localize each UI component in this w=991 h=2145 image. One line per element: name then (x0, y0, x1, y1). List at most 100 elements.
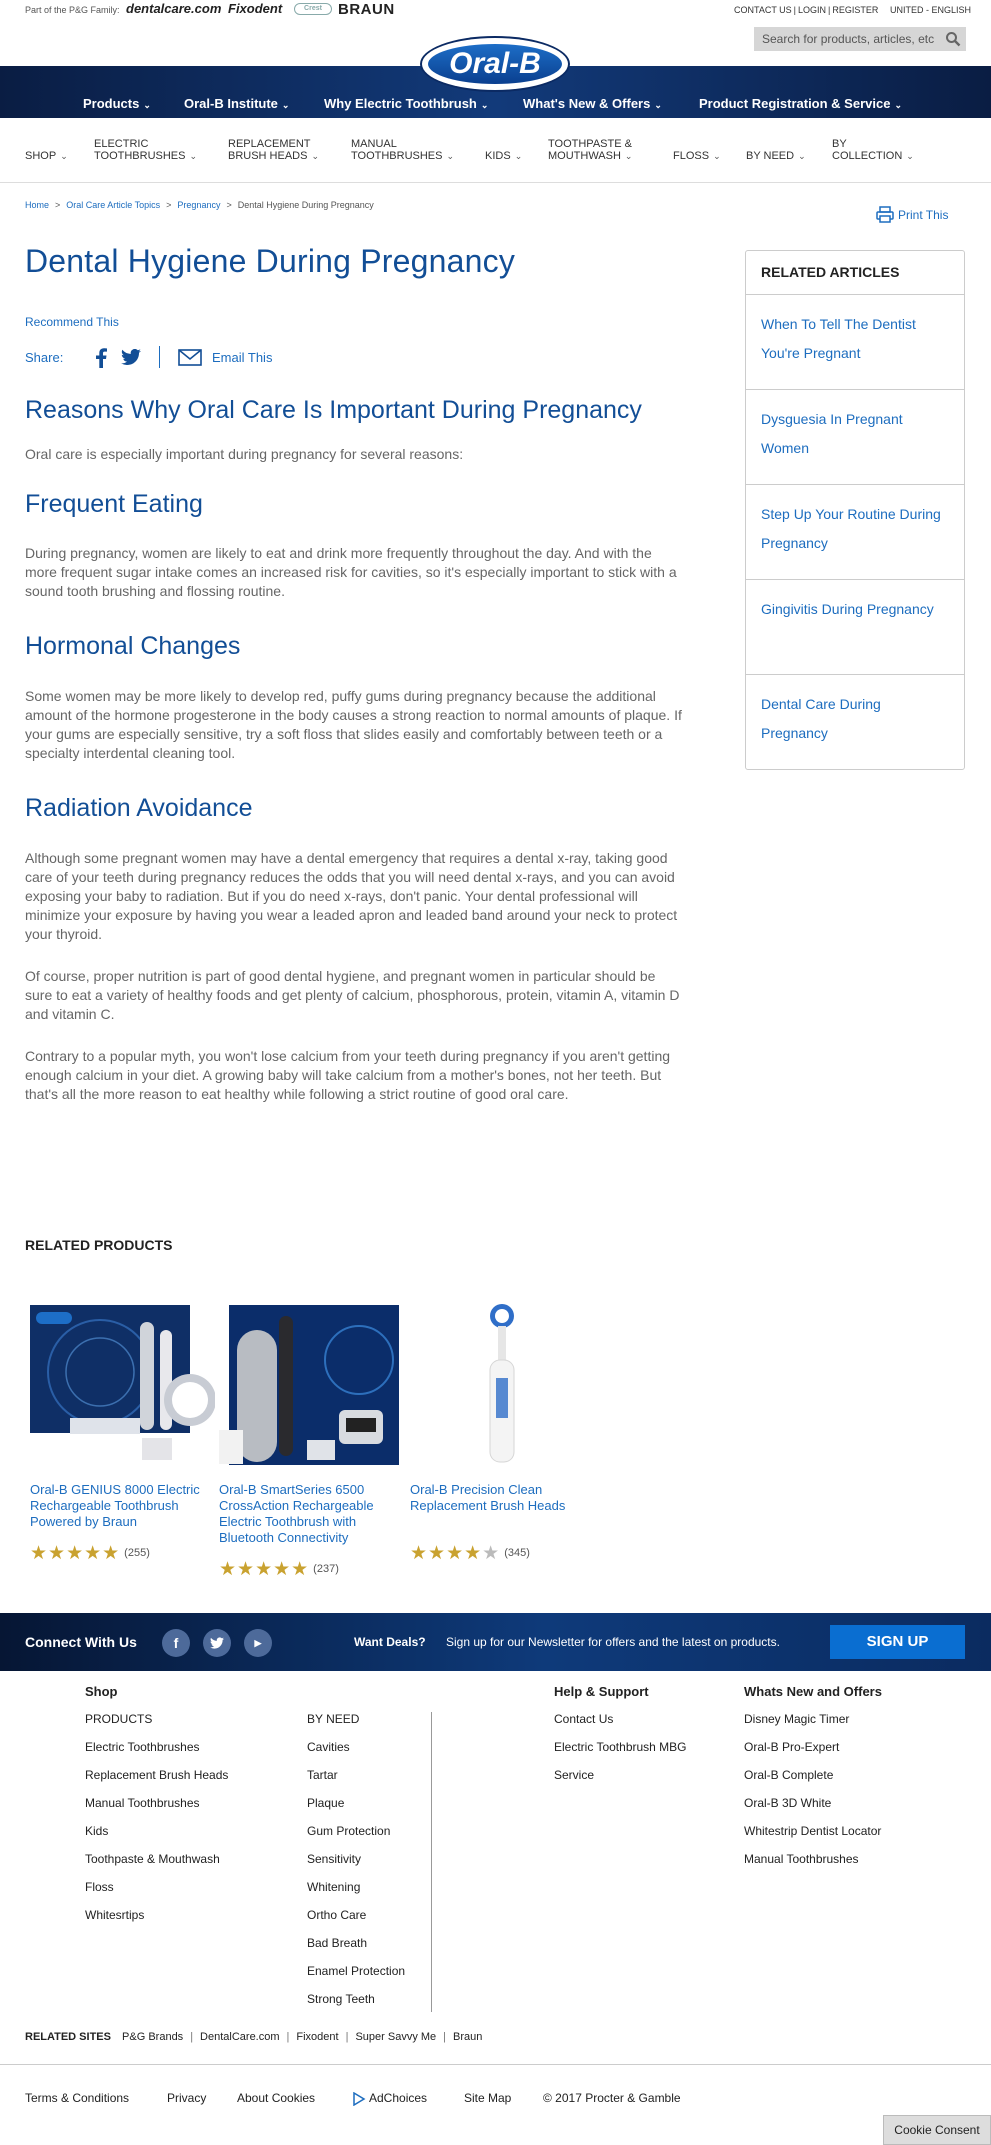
email-icon[interactable] (178, 349, 202, 369)
footer-link[interactable]: Service (554, 1768, 687, 1796)
product-name[interactable]: Oral-B Precision Clean Replacement Brush… (410, 1482, 595, 1514)
product-rating: ★★★★★ (255) (30, 1542, 215, 1565)
nav-why-electric[interactable]: Why Electric Toothbrush ⌄ (324, 96, 488, 111)
register-link[interactable]: REGISTER (830, 5, 880, 15)
site-map-link[interactable]: Site Map (464, 2091, 511, 2105)
youtube-icon[interactable]: ▶ (244, 1629, 272, 1657)
footer-link[interactable]: Electric Toothbrushes (85, 1740, 228, 1768)
adchoices-link[interactable]: AdChoices (369, 2091, 427, 2105)
subnav-replacement-brush-heads[interactable]: REPLACEMENT BRUSH HEADS ⌄ (228, 138, 319, 162)
product-image-genius-8000[interactable] (30, 1300, 216, 1468)
footer-link[interactable]: Whitesrtips (85, 1908, 228, 1936)
twitter-icon[interactable] (121, 348, 141, 368)
related-site-link[interactable]: Braun (453, 2031, 482, 2043)
product-image-smartseries-6500[interactable] (219, 1300, 404, 1468)
search-icon[interactable] (945, 31, 961, 52)
footer-link[interactable]: Floss (85, 1880, 228, 1908)
footer-link[interactable]: Strong Teeth (307, 1992, 405, 2020)
email-this-link[interactable]: Email This (212, 350, 272, 365)
breadcrumb-separator: > (226, 200, 232, 210)
nav-whats-new[interactable]: What's New & Offers ⌄ (523, 96, 662, 111)
footer-link[interactable]: Bad Breath (307, 1936, 405, 1964)
footer-link[interactable]: Oral-B 3D White (744, 1796, 882, 1824)
footer-link[interactable]: Disney Magic Timer (744, 1712, 882, 1740)
separator: | (286, 2031, 290, 2043)
product-card[interactable]: Oral-B SmartSeries 6500 CrossAction Rech… (219, 1300, 404, 1581)
footer-link[interactable]: Ortho Care (307, 1908, 405, 1936)
related-article-link[interactable]: Dysguesia In Pregnant Women (746, 390, 964, 485)
product-card[interactable]: Oral-B Precision Clean Replacement Brush… (410, 1300, 595, 1565)
footer-link[interactable]: Electric Toothbrush MBG (554, 1740, 687, 1768)
facebook-icon[interactable] (95, 348, 107, 371)
contact-us-link[interactable]: CONTACT US (732, 5, 794, 15)
footer-link[interactable]: Tartar (307, 1768, 405, 1796)
related-article-link[interactable]: Gingivitis During Pregnancy (746, 580, 964, 675)
print-button[interactable]: Print This (876, 206, 948, 223)
related-article-link[interactable]: Dental Care During Pregnancy (746, 675, 964, 770)
privacy-link[interactable]: Privacy (167, 2091, 206, 2105)
cookie-consent-button[interactable]: Cookie Consent (883, 2115, 991, 2145)
review-count[interactable]: (237) (313, 1563, 339, 1575)
subnav-by-need[interactable]: BY NEED ⌄ (746, 150, 806, 162)
signup-button[interactable]: SIGN UP (830, 1625, 965, 1659)
footer-link[interactable]: Kids (85, 1824, 228, 1852)
related-site-link[interactable]: P&G Brands (122, 2031, 183, 2043)
braun-logo[interactable]: BRAUN (338, 1, 395, 18)
related-products-title: RELATED PRODUCTS (25, 1237, 173, 1253)
search-input[interactable] (754, 27, 934, 51)
subnav-toothpaste-mouthwash[interactable]: TOOTHPASTE & MOUTHWASH ⌄ (548, 138, 632, 162)
footer-link[interactable]: Sensitivity (307, 1852, 405, 1880)
twitter-icon[interactable] (203, 1629, 231, 1657)
about-cookies-link[interactable]: About Cookies (237, 2091, 315, 2105)
subnav-label-line1: REPLACEMENT (228, 138, 311, 150)
oral-b-logo[interactable]: Oral-B (422, 38, 568, 90)
subnav-shop[interactable]: SHOP ⌄ (25, 150, 68, 162)
subnav-by-collection[interactable]: BY COLLECTION ⌄ (832, 138, 914, 162)
related-article-link[interactable]: When To Tell The Dentist You're Pregnant (746, 295, 964, 390)
review-count[interactable]: (255) (124, 1547, 150, 1559)
related-site-link[interactable]: Fixodent (296, 2031, 338, 2043)
footer-link[interactable]: Toothpaste & Mouthwash (85, 1852, 228, 1880)
recommend-link[interactable]: Recommend This (25, 315, 119, 329)
related-site-link[interactable]: DentalCare.com (200, 2031, 279, 2043)
breadcrumb-oral-care-topics[interactable]: Oral Care Article Topics (66, 200, 160, 210)
review-count[interactable]: (345) (504, 1547, 530, 1559)
footer-link[interactable]: Whitening (307, 1880, 405, 1908)
breadcrumb-pregnancy[interactable]: Pregnancy (177, 200, 220, 210)
crest-logo[interactable]: Crest (294, 3, 332, 15)
product-image-precision-clean[interactable] (410, 1300, 595, 1468)
dentalcare-logo[interactable]: dentalcare.com (126, 1, 221, 16)
product-card[interactable]: Oral-B GENIUS 8000 Electric Rechargeable… (30, 1300, 216, 1565)
footer-link[interactable]: Gum Protection (307, 1824, 405, 1852)
login-link[interactable]: LOGIN (796, 5, 828, 15)
footer-link[interactable]: Manual Toothbrushes (744, 1852, 882, 1880)
footer-link[interactable]: Replacement Brush Heads (85, 1768, 228, 1796)
footer-link[interactable]: Cavities (307, 1740, 405, 1768)
footer-link[interactable]: Enamel Protection (307, 1964, 405, 1992)
facebook-icon[interactable]: f (162, 1629, 190, 1657)
nav-oral-b-institute[interactable]: Oral-B Institute ⌄ (184, 96, 289, 111)
footer-link[interactable]: Whitestrip Dentist Locator (744, 1824, 882, 1852)
subnav-floss[interactable]: FLOSS ⌄ (673, 150, 721, 162)
footer-link[interactable]: Oral-B Pro-Expert (744, 1740, 882, 1768)
adchoices-icon[interactable] (352, 2091, 366, 2109)
breadcrumb-home[interactable]: Home (25, 200, 49, 210)
fixodent-logo[interactable]: Fixodent (228, 1, 282, 16)
subnav-electric-toothbrushes[interactable]: ELECTRIC TOOTHBRUSHES ⌄ (94, 138, 197, 162)
footer-link[interactable]: Contact Us (554, 1712, 687, 1740)
footer-link[interactable]: Plaque (307, 1796, 405, 1824)
nav-products[interactable]: Products ⌄ (83, 96, 151, 111)
subnav-kids[interactable]: KIDS ⌄ (485, 150, 522, 162)
footer-link[interactable]: Oral-B Complete (744, 1768, 882, 1796)
related-site-link[interactable]: Super Savvy Me (355, 2031, 436, 2043)
related-article-link[interactable]: Step Up Your Routine During Pregnancy (746, 485, 964, 580)
region-selector[interactable]: UNITED - ENGLISH (890, 5, 971, 15)
subnav-manual-toothbrushes[interactable]: MANUAL TOOTHBRUSHES ⌄ (351, 138, 454, 162)
footer-link[interactable]: Manual Toothbrushes (85, 1796, 228, 1824)
terms-link[interactable]: Terms & Conditions (25, 2091, 129, 2105)
product-name[interactable]: Oral-B GENIUS 8000 Electric Rechargeable… (30, 1482, 215, 1530)
product-name[interactable]: Oral-B SmartSeries 6500 CrossAction Rech… (219, 1482, 404, 1546)
footer-link[interactable]: BY NEED (307, 1712, 405, 1740)
nav-registration-service[interactable]: Product Registration & Service ⌄ (699, 96, 902, 111)
footer-link[interactable]: PRODUCTS (85, 1712, 228, 1740)
